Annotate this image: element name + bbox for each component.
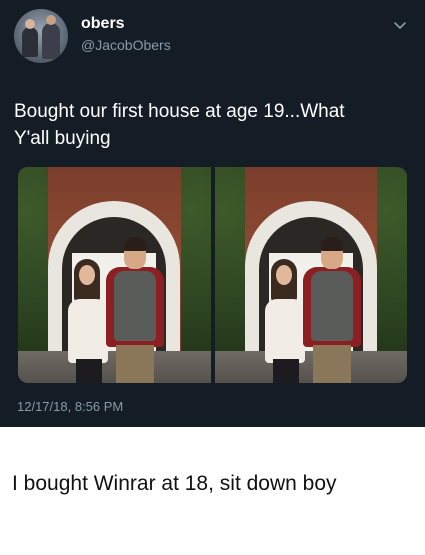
display-name[interactable]: obers (81, 15, 125, 33)
woman-face (275, 265, 292, 285)
tweet-photo[interactable] (214, 167, 407, 383)
man-pants (312, 345, 351, 383)
avatar[interactable] (14, 9, 68, 63)
man-figure (299, 237, 363, 383)
man-vest (310, 271, 353, 341)
tweet-timestamp[interactable]: 12/17/18, 8:56 PM (17, 399, 123, 414)
man-pants (116, 345, 154, 383)
tweet-card: obers @JacobObers Bought our first house… (0, 0, 425, 427)
woman-legs (272, 359, 299, 383)
tweet-photo[interactable] (18, 167, 211, 383)
avatar-head-left (25, 19, 35, 29)
tweet-text-line: Bought our first house at age 19...What (14, 101, 345, 122)
chevron-down-icon[interactable] (392, 20, 408, 32)
woman-legs (76, 359, 102, 383)
user-handle[interactable]: @JacobObers (81, 37, 171, 53)
avatar-head-right (46, 15, 56, 25)
man-hair (124, 237, 146, 251)
tweet-text-line: Y'all buying (14, 128, 111, 149)
tweet-media[interactable] (18, 167, 407, 383)
man-hair (320, 237, 343, 251)
man-figure (102, 237, 166, 383)
avatar-figure-left (22, 27, 38, 57)
woman-face (79, 265, 95, 285)
man-vest (114, 271, 156, 341)
tweet-text: Bought our first house at age 19...What … (14, 98, 414, 152)
meme-caption: I bought Winrar at 18, sit down boy (12, 472, 337, 495)
avatar-figure-right (42, 23, 60, 59)
